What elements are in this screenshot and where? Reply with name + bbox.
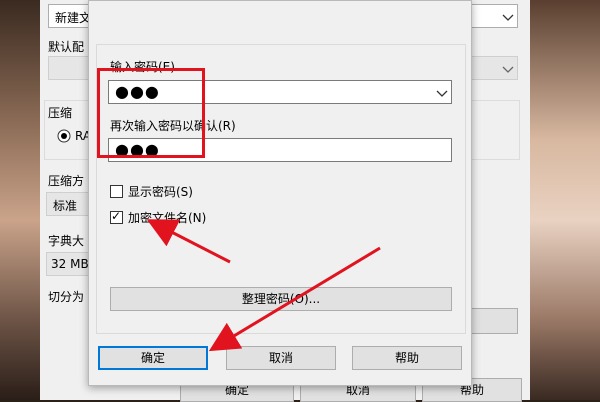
annotation-highlight-box [97,68,205,158]
background-photo-left [0,0,45,400]
help-button[interactable]: 帮助 [352,346,462,370]
chevron-down-icon[interactable] [435,86,449,100]
encrypt-names-label: 加密文件名(N) [128,211,207,225]
chevron-down-icon [502,14,514,21]
split-label: 切分为 [48,290,85,304]
organize-passwords-button[interactable]: 整理密码(O)... [110,287,452,311]
encrypt-names-checkbox[interactable]: ✓ [110,209,123,224]
organize-passwords-label: 整理密码(O)... [241,292,321,306]
cancel-button[interactable]: 取消 [226,346,336,370]
chevron-down-icon [502,66,514,73]
background-photo-right [520,0,600,400]
show-password-label: 显示密码(S) [128,185,193,199]
compress-group-label: 压缩 [48,106,73,120]
show-password-checkbox[interactable] [110,185,123,198]
radio-selected-icon[interactable] [57,129,71,143]
archive-name-text: 新建文 [55,11,92,25]
default-profile-label: 默认配 [48,40,85,54]
ok-button[interactable]: 确定 [98,346,208,370]
parent-side-button[interactable] [470,308,518,334]
method-value: 标准 [53,199,78,213]
dict-value: 32 MB [51,257,89,271]
ok-label: 确定 [140,351,165,365]
check-icon: ✓ [111,209,122,223]
dict-label: 字典大 [48,234,85,248]
help-label: 帮助 [394,351,419,365]
cancel-label: 取消 [268,351,293,365]
method-label: 压缩方 [48,174,85,188]
